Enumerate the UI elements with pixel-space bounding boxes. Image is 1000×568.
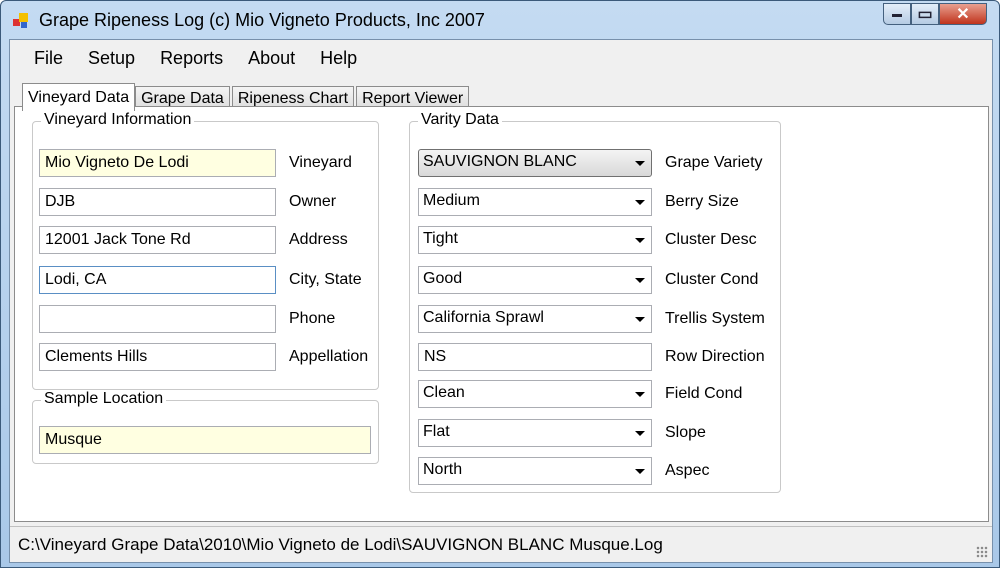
chevron-down-icon [635, 278, 645, 283]
grape-variety-select[interactable]: SAUVIGNON BLANC [418, 149, 652, 177]
group-label: Vineyard Information [41, 111, 195, 129]
vineyard-input[interactable]: Mio Vigneto De Lodi [39, 149, 276, 177]
owner-input[interactable]: DJB [39, 188, 276, 216]
cluster-cond-select[interactable]: Good [418, 266, 652, 294]
vineyard-label: Vineyard [289, 154, 352, 171]
resize-grip-icon[interactable] [976, 546, 988, 558]
group-label: Varity Data [418, 111, 502, 129]
maximize-icon: ▭ [917, 6, 933, 23]
selected-value: Flat [423, 423, 450, 440]
menu-about[interactable]: About [235, 44, 307, 74]
menu-reports[interactable]: Reports [147, 44, 235, 74]
client-area: File Setup Reports About Help Vineyard D… [9, 39, 993, 563]
status-file-path: C:\Vineyard Grape Data\2010\Mio Vigneto … [18, 535, 663, 554]
group-label: Sample Location [41, 390, 167, 408]
chevron-down-icon [635, 200, 645, 205]
menu-bar: File Setup Reports About Help [10, 44, 369, 74]
window-title: Grape Ripeness Log (c) Mio Vigneto Produ… [39, 10, 485, 30]
city-state-label: City, State [289, 271, 362, 288]
grape-variety-label: Grape Variety [665, 154, 763, 171]
close-icon: ✕ [956, 6, 970, 23]
tab-vineyard-data[interactable]: Vineyard Data [22, 83, 136, 111]
appellation-label: Appellation [289, 348, 369, 365]
selected-value: California Sprawl [423, 309, 544, 326]
chevron-down-icon [635, 317, 645, 322]
address-input[interactable]: 12001 Jack Tone Rd [39, 226, 276, 254]
minimize-button[interactable]: ▬ [883, 3, 911, 25]
row-direction-input[interactable]: NS [418, 343, 652, 371]
field-cond-select[interactable]: Clean [418, 380, 652, 408]
berry-size-label: Berry Size [665, 193, 739, 210]
aspect-select[interactable]: North [418, 457, 652, 485]
selected-value: Medium [423, 192, 480, 209]
row-direction-label: Row Direction [665, 348, 765, 365]
chevron-down-icon [635, 469, 645, 474]
phone-label: Phone [289, 310, 336, 327]
field-cond-label: Field Cond [665, 385, 743, 402]
tab-panel: Vineyard Information Mio Vigneto De Lodi… [14, 106, 989, 522]
selected-value: Tight [423, 230, 458, 247]
selected-value: Clean [423, 384, 465, 401]
cluster-desc-label: Cluster Desc [665, 231, 757, 248]
menu-file[interactable]: File [10, 44, 75, 74]
sample-location-input[interactable]: Musque [39, 426, 371, 454]
chevron-down-icon [635, 238, 645, 243]
city-state-input[interactable]: Lodi, CA [39, 266, 276, 294]
slope-select[interactable]: Flat [418, 419, 652, 447]
chevron-down-icon [635, 431, 645, 436]
cluster-desc-select[interactable]: Tight [418, 226, 652, 254]
menu-help[interactable]: Help [307, 44, 369, 74]
phone-input[interactable] [39, 305, 276, 333]
selected-value: North [423, 461, 463, 478]
minimize-icon: ▬ [892, 8, 902, 20]
address-label: Address [289, 231, 348, 248]
cluster-cond-label: Cluster Cond [665, 271, 759, 288]
chevron-down-icon [635, 392, 645, 397]
owner-label: Owner [289, 193, 337, 210]
selected-value: Good [423, 270, 463, 287]
trellis-system-label: Trellis System [665, 310, 765, 327]
maximize-button[interactable]: ▭ [911, 3, 939, 25]
slope-label: Slope [665, 424, 706, 441]
berry-size-select[interactable]: Medium [418, 188, 652, 216]
app-icon [13, 13, 31, 29]
aspect-label: Aspec [665, 462, 710, 479]
menu-setup[interactable]: Setup [75, 44, 147, 74]
selected-value: SAUVIGNON BLANC [423, 153, 577, 170]
appellation-input[interactable]: Clements Hills [39, 343, 276, 371]
app-window: Grape Ripeness Log (c) Mio Vigneto Produ… [0, 0, 1000, 568]
chevron-down-icon [635, 161, 645, 166]
trellis-system-select[interactable]: California Sprawl [418, 305, 652, 333]
close-button[interactable]: ✕ [939, 3, 987, 25]
status-bar: C:\Vineyard Grape Data\2010\Mio Vigneto … [10, 526, 992, 562]
